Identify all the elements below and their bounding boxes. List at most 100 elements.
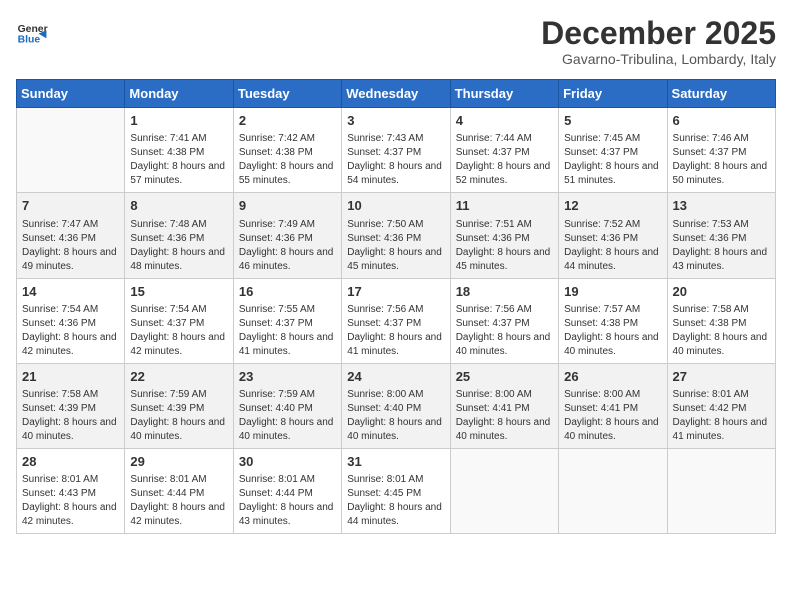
sunset-text: Sunset: 4:37 PM	[239, 317, 336, 331]
sunset-text: Sunset: 4:37 PM	[456, 317, 553, 331]
calendar-cell: 24Sunrise: 8:00 AMSunset: 4:40 PMDayligh…	[342, 363, 450, 448]
day-number: 15	[130, 283, 227, 301]
calendar-cell: 2Sunrise: 7:42 AMSunset: 4:38 PMDaylight…	[233, 108, 341, 193]
sunrise-text: Sunrise: 7:44 AM	[456, 132, 553, 146]
cell-content: Sunrise: 8:00 AMSunset: 4:41 PMDaylight:…	[456, 388, 553, 444]
calendar-cell: 16 Sunrise: 7:55 AMSunset: 4:37 PMDayligh…	[233, 278, 341, 363]
day-number: 20	[673, 283, 770, 301]
sunset-text: Sunset: 4:40 PM	[347, 402, 444, 416]
sunrise-text: Sunrise: 7:45 AM	[564, 132, 661, 146]
day-number: 16	[239, 283, 336, 301]
day-number: 4	[456, 112, 553, 130]
sunrise-text: Sunrise: 7:43 AM	[347, 132, 444, 146]
daylight-text: Daylight: 8 hours and 55 minutes.	[239, 160, 336, 188]
sunrise-text: Sunrise: 8:00 AM	[456, 388, 553, 402]
daylight-text: Daylight: 8 hours and 54 minutes.	[347, 160, 444, 188]
calendar-cell	[17, 108, 125, 193]
daylight-text: Daylight: 8 hours and 40 minutes.	[564, 416, 661, 444]
sunrise-text: Sunrise: 8:01 AM	[130, 473, 227, 487]
daylight-text: Daylight: 8 hours and 49 minutes.	[22, 246, 119, 274]
cell-content: Sunrise: 8:01 AMSunset: 4:45 PMDaylight:…	[347, 473, 444, 529]
sunrise-text: Sunrise: 8:00 AM	[347, 388, 444, 402]
cell-content: Sunrise: 7:43 AMSunset: 4:37 PMDaylight:…	[347, 132, 444, 188]
cell-content: Sunrise: 7:42 AMSunset: 4:38 PMDaylight:…	[239, 132, 336, 188]
day-number: 3	[347, 112, 444, 130]
sunset-text: Sunset: 4:38 PM	[673, 317, 770, 331]
day-number: 23	[239, 368, 336, 386]
calendar-cell: 3 Sunrise: 7:43 AMSunset: 4:37 PMDaylight…	[342, 108, 450, 193]
calendar-cell: 8Sunrise: 7:48 AMSunset: 4:36 PMDaylight…	[125, 193, 233, 278]
day-number: 25	[456, 368, 553, 386]
calendar-cell: 30Sunrise: 8:01 AMSunset: 4:44 PMDayligh…	[233, 448, 341, 533]
day-number: 11	[456, 197, 553, 215]
calendar-week-row: 14Sunrise: 7:54 AMSunset: 4:36 PMDayligh…	[17, 278, 776, 363]
sunrise-text: Sunrise: 7:54 AM	[130, 303, 227, 317]
daylight-text: Daylight: 8 hours and 40 minutes.	[673, 331, 770, 359]
cell-content: Sunrise: 7:58 AMSunset: 4:39 PMDaylight:…	[22, 388, 119, 444]
cell-content: Sunrise: 7:56 AMSunset: 4:37 PMDaylight:…	[456, 303, 553, 359]
cell-content: Sunrise: 7:55 AMSunset: 4:37 PMDaylight:…	[239, 303, 336, 359]
sunrise-text: Sunrise: 7:56 AM	[456, 303, 553, 317]
sunset-text: Sunset: 4:39 PM	[22, 402, 119, 416]
calendar-cell: 23Sunrise: 7:59 AMSunset: 4:40 PMDayligh…	[233, 363, 341, 448]
daylight-text: Daylight: 8 hours and 41 minutes.	[239, 331, 336, 359]
sunrise-text: Sunrise: 8:01 AM	[22, 473, 119, 487]
sunset-text: Sunset: 4:43 PM	[22, 487, 119, 501]
cell-content: Sunrise: 8:00 AMSunset: 4:41 PMDaylight:…	[564, 388, 661, 444]
day-of-week-header: Sunday	[17, 80, 125, 108]
day-number: 31	[347, 453, 444, 471]
sunset-text: Sunset: 4:42 PM	[673, 402, 770, 416]
day-number: 29	[130, 453, 227, 471]
sunrise-text: Sunrise: 7:42 AM	[239, 132, 336, 146]
sunrise-text: Sunrise: 7:56 AM	[347, 303, 444, 317]
cell-content: Sunrise: 7:46 AMSunset: 4:37 PMDaylight:…	[673, 132, 770, 188]
daylight-text: Daylight: 8 hours and 43 minutes.	[673, 246, 770, 274]
day-number: 19	[564, 283, 661, 301]
calendar-cell: 13Sunrise: 7:53 AMSunset: 4:36 PMDayligh…	[667, 193, 775, 278]
cell-content: Sunrise: 7:49 AMSunset: 4:36 PMDaylight:…	[239, 218, 336, 274]
sunrise-text: Sunrise: 7:51 AM	[456, 218, 553, 232]
calendar-cell: 15Sunrise: 7:54 AMSunset: 4:37 PMDayligh…	[125, 278, 233, 363]
calendar-cell	[559, 448, 667, 533]
sunset-text: Sunset: 4:37 PM	[347, 146, 444, 160]
page-header: General Blue December 2025 Gavarno-Tribu…	[16, 16, 776, 67]
sunset-text: Sunset: 4:36 PM	[456, 232, 553, 246]
day-number: 7	[22, 197, 119, 215]
sunset-text: Sunset: 4:37 PM	[564, 146, 661, 160]
sunset-text: Sunset: 4:38 PM	[239, 146, 336, 160]
sunset-text: Sunset: 4:36 PM	[673, 232, 770, 246]
logo-icon: General Blue	[16, 16, 48, 48]
daylight-text: Daylight: 8 hours and 40 minutes.	[130, 416, 227, 444]
sunrise-text: Sunrise: 7:50 AM	[347, 218, 444, 232]
cell-content: Sunrise: 7:47 AMSunset: 4:36 PMDaylight:…	[22, 218, 119, 274]
sunrise-text: Sunrise: 7:41 AM	[130, 132, 227, 146]
day-of-week-header: Wednesday	[342, 80, 450, 108]
calendar-cell: 18Sunrise: 7:56 AMSunset: 4:37 PMDayligh…	[450, 278, 558, 363]
page-title: December 2025	[541, 16, 776, 51]
daylight-text: Daylight: 8 hours and 44 minutes.	[347, 501, 444, 529]
calendar-cell: 29Sunrise: 8:01 AMSunset: 4:44 PMDayligh…	[125, 448, 233, 533]
sunrise-text: Sunrise: 7:59 AM	[130, 388, 227, 402]
sunset-text: Sunset: 4:44 PM	[130, 487, 227, 501]
calendar-cell: 22Sunrise: 7:59 AMSunset: 4:39 PMDayligh…	[125, 363, 233, 448]
sunrise-text: Sunrise: 7:48 AM	[130, 218, 227, 232]
daylight-text: Daylight: 8 hours and 40 minutes.	[564, 331, 661, 359]
calendar-cell: 31 Sunrise: 8:01 AMSunset: 4:45 PMDayligh…	[342, 448, 450, 533]
day-number: 8	[130, 197, 227, 215]
day-number: 28	[22, 453, 119, 471]
sunrise-text: Sunrise: 7:54 AM	[22, 303, 119, 317]
day-number: 26	[564, 368, 661, 386]
day-number: 12	[564, 197, 661, 215]
day-of-week-header: Thursday	[450, 80, 558, 108]
day-number: 9	[239, 197, 336, 215]
calendar-cell: 20Sunrise: 7:58 AMSunset: 4:38 PMDayligh…	[667, 278, 775, 363]
sunset-text: Sunset: 4:38 PM	[564, 317, 661, 331]
daylight-text: Daylight: 8 hours and 50 minutes.	[673, 160, 770, 188]
calendar-cell: 27Sunrise: 8:01 AMSunset: 4:42 PMDayligh…	[667, 363, 775, 448]
calendar-cell: 10Sunrise: 7:50 AMSunset: 4:36 PMDayligh…	[342, 193, 450, 278]
sunset-text: Sunset: 4:37 PM	[456, 146, 553, 160]
daylight-text: Daylight: 8 hours and 40 minutes.	[239, 416, 336, 444]
daylight-text: Daylight: 8 hours and 40 minutes.	[22, 416, 119, 444]
sunrise-text: Sunrise: 7:57 AM	[564, 303, 661, 317]
page-subtitle: Gavarno-Tribulina, Lombardy, Italy	[541, 51, 776, 67]
